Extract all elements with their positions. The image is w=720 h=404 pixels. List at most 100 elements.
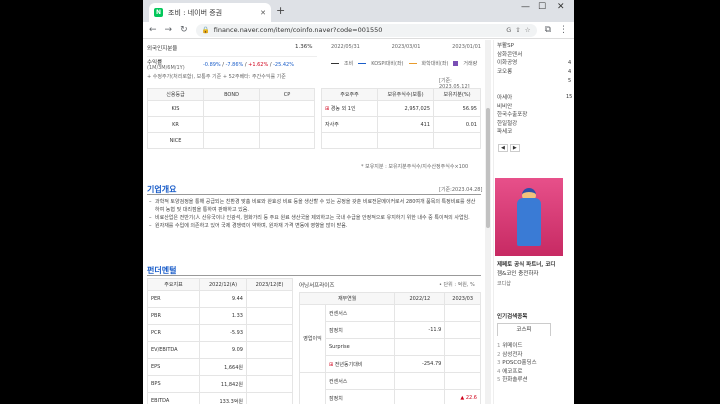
tab-kospi[interactable]: 코스피: [497, 323, 551, 336]
list-item[interactable]: 4 에코프로: [497, 368, 537, 377]
browser-tab[interactable]: N 조비 : 네이버 증권 ✕: [149, 3, 271, 22]
row-label: 전년동기대비: [334, 361, 363, 368]
table-row: ⊞ 경농 외 1인 2,957,025 56.95: [321, 100, 481, 117]
table-header: 2022/12: [394, 292, 446, 305]
sidebar-item[interactable]: 이화공영: [497, 59, 522, 68]
sidebar-item[interactable]: 부활SP: [497, 42, 522, 51]
minimize-icon[interactable]: —: [521, 2, 530, 12]
return-3m: -7.86%: [225, 62, 244, 68]
url-text: finance.naver.com/item/coinfo.naver?code…: [213, 26, 383, 34]
row-label: 잠정치: [324, 321, 396, 339]
count-value: 4: [568, 60, 572, 66]
extensions-icon[interactable]: ⧉: [545, 25, 551, 35]
foreign-ratio-label: 외국인지분율: [147, 46, 178, 52]
sidebar-item[interactable]: 삼화콘덴서: [497, 51, 522, 60]
indicator-value: 9.09: [199, 341, 247, 359]
table-header: 신용등급: [147, 88, 204, 101]
naver-favicon-icon: N: [154, 8, 163, 17]
table-header: 2023/12(E): [246, 278, 293, 291]
popular-stocks-title: 인기검색종목: [497, 314, 528, 320]
return-6m: +1.62%: [248, 62, 269, 68]
star-icon[interactable]: ☆: [525, 26, 531, 34]
table-header: 2023/03: [444, 292, 481, 305]
reload-icon[interactable]: ↻: [180, 25, 188, 35]
holder-shares: 2,957,025: [377, 100, 434, 117]
list-item: 비료산업은 전반기(人 산유국이나 인광석, 염화가리 등 주요 원료 생산국을…: [149, 214, 479, 222]
overview-base-date: [기준:2023.04.28]: [439, 187, 483, 193]
scrollbar-thumb[interactable]: [486, 108, 490, 228]
chart-dates: 2022/05/31 2023/03/01 2023/01/01: [331, 44, 481, 50]
list-item[interactable]: 1 위메이드: [497, 342, 537, 351]
holder-footnote: * 보유지분 : 보유지분주식수/지수산정주식수×100: [361, 164, 469, 170]
address-bar[interactable]: 🔒 finance.naver.com/item/coinfo.naver?co…: [195, 23, 537, 37]
new-tab-icon[interactable]: +: [276, 4, 285, 17]
indicator-value: -5.93: [199, 324, 247, 342]
ad-caption[interactable]: 제페토 공식 파트너, 코디: [497, 260, 555, 268]
expand-icon[interactable]: ⊞: [329, 362, 333, 368]
indicator-name: EV/EBITDA: [147, 341, 200, 359]
share-icon[interactable]: ⇪: [515, 26, 520, 34]
expand-icon[interactable]: ⊞: [325, 106, 329, 112]
major-holder-table: 주요주주 보유주식수(보통) 보유지분(%) ⊞ 경농 외 1인 2,957,0…: [321, 88, 481, 149]
forward-icon[interactable]: →: [165, 25, 173, 35]
close-tab-icon[interactable]: ✕: [260, 9, 266, 17]
return-sub-label: (1M/3M/6M/1Y): [147, 65, 185, 71]
next-page-button[interactable]: ▶: [509, 144, 520, 152]
indicator-name: PER: [147, 290, 200, 308]
key-indicator-table: 주요지표 2022/12(A) 2023/12(E) PER 9.44 PBR 1.…: [147, 278, 293, 404]
table-row: 컨센서스: [299, 372, 481, 404]
page-scrollbar[interactable]: [485, 40, 491, 404]
table-header: 보유주식수(보통): [377, 88, 434, 101]
list-item[interactable]: 3 POSCO홀딩스: [497, 359, 537, 368]
sidebar-item[interactable]: 한일철강: [497, 120, 527, 129]
rating-agency: NICE: [147, 132, 204, 149]
ad-brand: 코디샵: [497, 281, 511, 287]
indicator-value: 1,664원: [199, 358, 247, 376]
table-row: PCR -5.93: [147, 324, 293, 342]
return-1m: -0.89%: [203, 62, 221, 68]
sidebar-counts: 4 4 5: [568, 59, 571, 86]
table-row: 잠정치 ▲ 22.6: [300, 389, 481, 404]
legend-item: KOSPI대비(좌): [371, 61, 404, 67]
count-value: 5: [568, 78, 572, 84]
holder-shares: 411: [377, 116, 434, 133]
table-row: EBITDA 133.3억원: [147, 392, 293, 404]
table-header: 주요지표: [147, 278, 200, 291]
sidebar-item[interactable]: 한국수출포장: [497, 111, 527, 120]
prev-page-button[interactable]: ◀: [498, 144, 508, 152]
table-row: PBR 1.33: [147, 307, 293, 325]
sidebar-item[interactable]: 아세아: [497, 94, 527, 103]
sidebar-item[interactable]: 코오롱: [497, 68, 522, 77]
table-header: CP: [259, 88, 315, 101]
list-item[interactable]: 5 한화솔루션: [497, 376, 537, 385]
indicator-value: 11,842원: [199, 375, 247, 393]
sidebar-item[interactable]: 파세코: [497, 128, 527, 137]
ad-banner[interactable]: [495, 178, 563, 256]
close-window-icon[interactable]: ✕: [557, 2, 565, 12]
holder-name: 자사주: [321, 116, 378, 133]
ad-subcaption: 젬&코인 충전하자: [497, 271, 539, 277]
menu-icon[interactable]: ⋮: [559, 25, 568, 35]
list-item: 과학적 토양검정을 통해 공급되는 친환경 맞춤 비료와 완효성 비료 등을 생…: [149, 198, 479, 214]
table-row: EPS 1,664원: [147, 358, 293, 376]
back-icon[interactable]: ←: [149, 25, 157, 35]
rating-agency: KR: [147, 116, 204, 133]
chart-date: 2023/03/01: [391, 44, 421, 50]
row-label: 잠정치: [324, 389, 396, 404]
sidebar-item[interactable]: 비비안: [497, 103, 527, 112]
table-header: BOND: [203, 88, 260, 101]
indicator-name: BPS: [147, 375, 200, 393]
price-note: + 수정주가(처리로함), 보통주 기준 + 52주베타: 주간수익률 기준: [147, 74, 286, 80]
list-item: 원자재를 수입에 의존하고 있어 국제 경쟁력이 약하며, 원자재 가격 변동에…: [149, 222, 479, 230]
tab-title: 조비 : 네이버 증권: [168, 8, 223, 17]
list-item[interactable]: 2 삼성전자: [497, 351, 537, 360]
ad-character-body: [517, 198, 541, 246]
google-icon[interactable]: G: [506, 26, 511, 34]
overview-list: 과학적 토양검정을 통해 공급되는 친환경 맞춤 비료와 완효성 비료 등을 생…: [149, 198, 479, 230]
indicator-value: 133.3억원: [199, 392, 247, 404]
table-row: Surprise: [300, 338, 481, 356]
table-row: [321, 132, 481, 149]
maximize-icon[interactable]: ☐: [538, 2, 546, 12]
operating-profit-label: 영업이익: [299, 304, 326, 373]
table-header: 보유지분(%): [433, 88, 481, 101]
